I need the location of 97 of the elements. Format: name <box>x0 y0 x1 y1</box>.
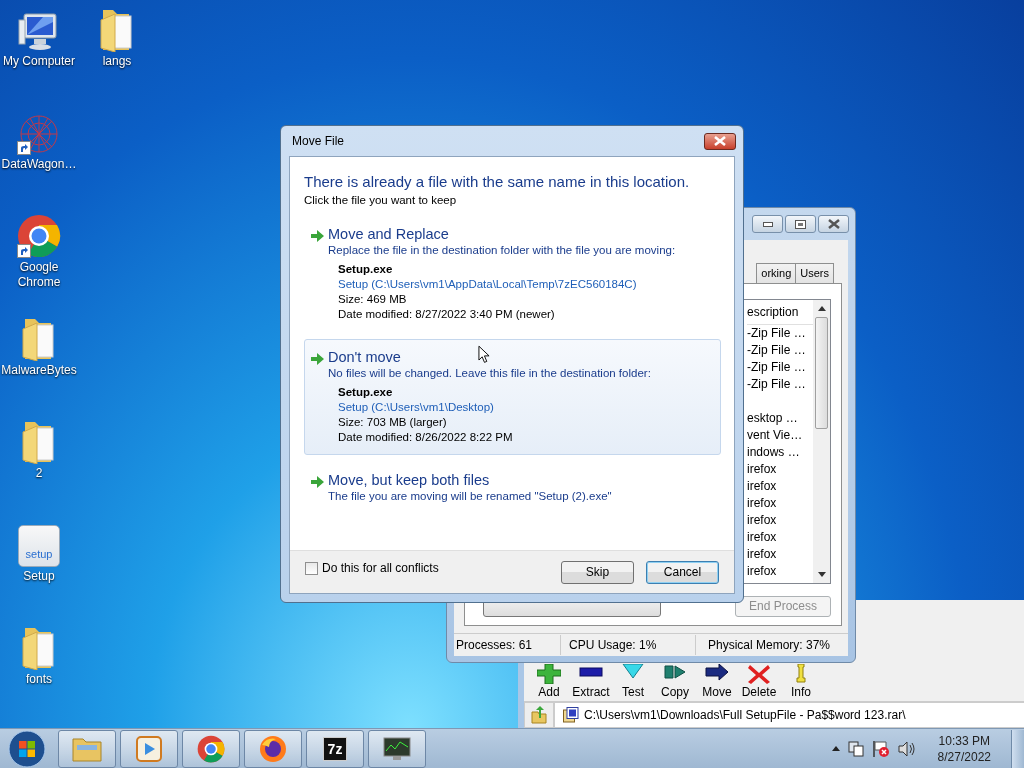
clock[interactable]: 10:33 PM 8/27/2022 <box>937 732 991 765</box>
up-folder-button[interactable] <box>524 702 554 728</box>
computer-icon <box>18 12 60 52</box>
file-date: Date modified: 8/26/2022 8:22 PM <box>338 430 514 445</box>
windows-logo-icon <box>8 729 46 768</box>
move-icon <box>705 664 729 684</box>
process-description[interactable]: irefox <box>747 529 813 546</box>
process-description[interactable]: irefox <box>747 546 813 563</box>
file-location: Setup (C:\Users\vm1\Desktop) <box>338 400 495 415</box>
process-description[interactable]: -Zip File … <box>747 325 813 342</box>
taskbar-button[interactable]: 7z <box>306 729 364 768</box>
process-description[interactable]: vent Vie… <box>747 427 813 444</box>
close-button[interactable] <box>818 215 849 233</box>
tab[interactable]: orking <box>756 263 797 283</box>
arrow-icon <box>311 476 324 488</box>
maximize-icon <box>795 219 806 229</box>
delete-icon <box>747 664 771 684</box>
status-text: Processes: 61 <box>454 635 561 655</box>
chrome-icon <box>197 734 225 763</box>
file-size: Size: 469 MB <box>338 292 408 307</box>
scroll-down-icon <box>817 572 826 577</box>
process-description[interactable]: -Zip File … <box>747 342 813 359</box>
close-icon <box>827 219 840 229</box>
dialog-button[interactable]: Cancel <box>646 560 719 584</box>
process-description[interactable]: irefox <box>747 563 813 580</box>
toolbar-button[interactable]: Extract <box>570 664 612 701</box>
choice-option[interactable]: Don't move No files will be changed. Leave this file in the destination folder: Setup.exe Setup (C:\Users\vm1\Desktop) Size: 703 MB (larger) Date modified: 8/26/2022 8:22 PM <box>304 339 721 455</box>
dialog-button[interactable]: Skip <box>561 560 634 584</box>
play-icon <box>136 735 162 762</box>
scroll-up-icon <box>817 306 826 311</box>
option-title: Move and Replace <box>328 225 449 243</box>
window-title: Move File <box>292 134 344 148</box>
network-graph-icon <box>17 113 61 155</box>
option-description: No files will be changed. Leave this file in the destination folder: <box>328 366 651 381</box>
toolbar-button[interactable]: Copy <box>654 664 696 701</box>
minimize-icon <box>762 221 773 227</box>
taskbar-button[interactable] <box>244 729 302 768</box>
add-icon <box>537 664 561 684</box>
folder-icon <box>21 317 57 361</box>
process-description[interactable]: -Zip File … <box>747 359 813 376</box>
option-title: Don't move <box>328 348 401 366</box>
arrow-icon <box>311 353 324 365</box>
mouse-pointer-icon <box>478 345 490 364</box>
status-text: CPU Usage: 1% <box>561 635 696 655</box>
scrollbar[interactable] <box>813 300 830 583</box>
scroll-thumb[interactable] <box>815 317 828 429</box>
path-text: C:\Users\vm1\Downloads\Full SetupFile - Pa$$word 123.rar\ <box>584 708 906 722</box>
status-text: Physical Memory: 37% <box>707 637 832 654</box>
option-title: Move, but keep both files <box>328 471 490 489</box>
toolbar-button[interactable]: Info <box>780 664 822 701</box>
folder-icon <box>21 420 57 464</box>
toolbar-button[interactable]: Move <box>696 664 738 701</box>
folder-icon <box>21 626 57 670</box>
option-description: Replace the file in the destination folder with the file you are moving: <box>328 243 676 258</box>
choice-option[interactable]: Move, but keep both files The file you are moving will be renamed "Setup (2).exe" <box>304 462 721 514</box>
file-name: Setup.exe <box>338 385 394 400</box>
show-hidden-icons-button[interactable] <box>831 746 840 751</box>
up-arrow-icon <box>831 746 840 751</box>
instruction-text: Click the file you want to keep <box>304 193 458 208</box>
file-location: Setup (C:\Users\vm1\AppData\Local\Temp\7zEC560184C) <box>338 277 638 292</box>
dialog-heading: There is already a file with the same name in this location. <box>304 172 691 192</box>
toolbar-button[interactable]: Test <box>612 664 654 701</box>
folder-icon <box>72 735 102 762</box>
process-description[interactable]: indows … <box>747 444 813 461</box>
taskbar-button[interactable] <box>368 729 426 768</box>
process-description[interactable]: irefox <box>747 495 813 512</box>
setup-app-tile: setup <box>18 525 60 567</box>
close-button[interactable] <box>704 132 736 150</box>
process-description[interactable]: irefox <box>747 512 813 529</box>
arrow-icon <box>311 230 324 242</box>
option-description: The file you are moving will be renamed "Setup (2).exe" <box>328 489 612 504</box>
file-date: Date modified: 8/27/2022 3:40 PM (newer) <box>338 307 556 322</box>
file-size: Size: 703 MB (larger) <box>338 415 448 430</box>
network-icon[interactable] <box>847 740 864 757</box>
close-icon <box>714 136 726 146</box>
process-description[interactable]: esktop … <box>747 410 813 427</box>
checkbox-box[interactable] <box>305 561 318 575</box>
maximize-button[interactable] <box>785 215 816 233</box>
toolbar-button[interactable]: Delete <box>738 664 780 701</box>
folder-up-icon <box>530 706 548 724</box>
minimize-button[interactable] <box>752 215 783 233</box>
firefox-icon <box>259 734 287 763</box>
flag-icon[interactable] <box>871 739 890 758</box>
clock-date: 8/27/2022 <box>937 748 991 765</box>
process-description[interactable]: irefox <box>747 478 813 495</box>
clock-time: 10:33 PM <box>938 732 990 749</box>
speaker-icon[interactable] <box>897 740 916 757</box>
process-description[interactable]: irefox <box>747 461 813 478</box>
monitor-icon <box>383 736 411 761</box>
folder-icon <box>99 8 135 52</box>
toolbar-button[interactable]: Add <box>528 664 570 701</box>
tab[interactable]: Users <box>795 263 834 283</box>
archive-icon <box>563 707 579 723</box>
path-field[interactable]: C:\Users\vm1\Downloads\Full SetupFile - Pa$$word 123.rar\ <box>554 702 1024 728</box>
process-description[interactable]: -Zip File … <box>747 376 813 393</box>
file-name: Setup.exe <box>338 262 394 277</box>
show-desktop-button[interactable] <box>1011 729 1024 768</box>
